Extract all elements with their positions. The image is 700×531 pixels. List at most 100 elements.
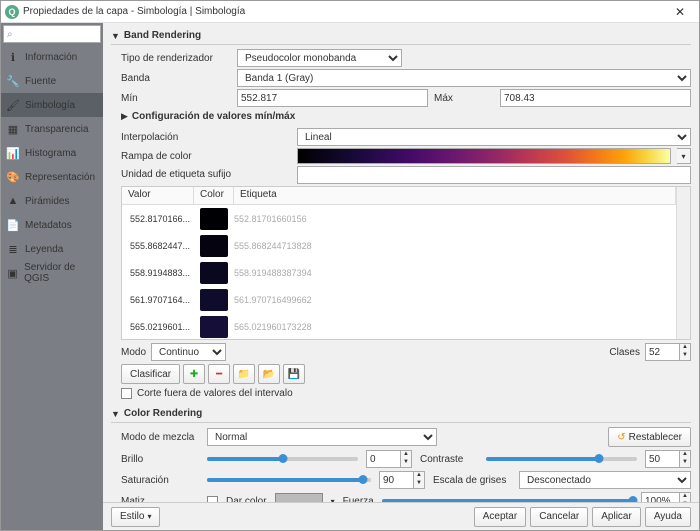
blend-mode-select[interactable]: Normal bbox=[207, 428, 437, 446]
brightness-slider[interactable] bbox=[207, 457, 358, 461]
label-unit-input[interactable] bbox=[297, 166, 691, 184]
interpolation-label: Interpolación bbox=[111, 132, 291, 143]
sidebar-icon: 📄 bbox=[6, 218, 20, 232]
color-map-table: Valor Color Etiqueta 552.8170166...552.8… bbox=[121, 186, 691, 340]
sidebar-item-histograma[interactable]: 📊 Histograma bbox=[1, 141, 103, 165]
sidebar-item-transparencia[interactable]: ▦ Transparencia bbox=[1, 117, 103, 141]
sidebar-item-servidor-de-qgis[interactable]: ▣Servidor de QGIS bbox=[1, 261, 103, 285]
table-row[interactable]: 555.8682447...555.868244713828 bbox=[122, 232, 676, 259]
color-ramp-dropdown[interactable]: ▾ bbox=[677, 148, 691, 164]
color-swatch[interactable] bbox=[200, 235, 228, 257]
remove-entry-button[interactable]: ━ bbox=[208, 364, 230, 384]
max-label: Máx bbox=[434, 93, 494, 104]
color-swatch[interactable] bbox=[200, 262, 228, 284]
collapse-icon: ▼ bbox=[111, 409, 120, 419]
sidebar-search-input[interactable]: ⌕ bbox=[3, 25, 101, 43]
mode-label: Modo bbox=[121, 347, 146, 358]
collapse-icon: ▼ bbox=[111, 31, 120, 41]
reset-button[interactable]: ↺Restablecer bbox=[608, 427, 691, 447]
band-label: Banda bbox=[111, 73, 231, 84]
classes-spinner[interactable]: ▲▼ bbox=[645, 343, 691, 361]
color-swatch[interactable] bbox=[200, 289, 228, 311]
col-etiqueta[interactable]: Etiqueta bbox=[234, 187, 676, 204]
brightness-label: Brillo bbox=[121, 454, 199, 465]
sidebar-item-pirámides[interactable]: ▲Pirámides bbox=[1, 189, 103, 213]
cancel-button[interactable]: Cancelar bbox=[530, 507, 588, 527]
sidebar-item-label: Información bbox=[25, 52, 77, 63]
sidebar: ⌕ ℹ Información 🔧Fuente 🖌 Simbología ▦ Transpa… bbox=[1, 23, 103, 530]
color-rendering-header[interactable]: ▼ Color Rendering bbox=[111, 405, 691, 423]
sidebar-item-label: Transparencia bbox=[25, 124, 89, 135]
strength-slider[interactable] bbox=[382, 499, 633, 502]
table-row[interactable]: 552.8170166...552.81701660156 bbox=[122, 205, 676, 232]
max-input[interactable] bbox=[500, 89, 691, 107]
color-ramp-preview[interactable] bbox=[297, 148, 671, 164]
apply-button[interactable]: Aplicar bbox=[592, 507, 641, 527]
blend-mode-label: Modo de mezcla bbox=[121, 432, 199, 443]
sidebar-icon: 🖌 bbox=[6, 98, 20, 112]
col-color[interactable]: Color bbox=[194, 187, 234, 204]
renderer-type-label: Tipo de renderizador bbox=[111, 53, 231, 64]
load-colormap-button[interactable]: 📁 bbox=[233, 364, 255, 384]
expand-icon: ▶ bbox=[121, 111, 128, 122]
table-row[interactable]: 561.9707164...561.970716499662 bbox=[122, 286, 676, 313]
sidebar-item-simbología[interactable]: 🖌 Simbología bbox=[1, 93, 103, 117]
style-button[interactable]: Estilo ▾ bbox=[111, 507, 160, 527]
mode-select[interactable]: Continuo bbox=[151, 343, 226, 361]
min-input[interactable] bbox=[237, 89, 428, 107]
grayscale-label: Escala de grises bbox=[433, 475, 511, 486]
sidebar-item-label: Representación bbox=[25, 172, 95, 183]
col-valor[interactable]: Valor bbox=[122, 187, 194, 204]
renderer-type-select[interactable]: Pseudocolor monobanda bbox=[237, 49, 402, 67]
table-row[interactable]: 565.0219601...565.021960173228 bbox=[122, 313, 676, 339]
sidebar-item-metadatos[interactable]: 📄 Metadatos bbox=[1, 213, 103, 237]
color-ramp-label: Rampa de color bbox=[111, 151, 291, 162]
sidebar-item-fuente[interactable]: 🔧Fuente bbox=[1, 69, 103, 93]
export-colormap-button[interactable]: 📂 bbox=[258, 364, 280, 384]
contrast-spinner[interactable]: ▲▼ bbox=[645, 450, 691, 468]
classify-button[interactable]: Clasificar bbox=[121, 364, 180, 384]
color-swatch[interactable] bbox=[200, 208, 228, 230]
grayscale-select[interactable]: Desconectado bbox=[519, 471, 691, 489]
contrast-slider[interactable] bbox=[486, 457, 637, 461]
saturation-slider[interactable] bbox=[207, 478, 371, 482]
table-row[interactable]: 558.9194883...558.919488387394 bbox=[122, 259, 676, 286]
sidebar-item-label: Simbología bbox=[25, 100, 75, 111]
ok-button[interactable]: Aceptar bbox=[474, 507, 526, 527]
saturation-spinner[interactable]: ▲▼ bbox=[379, 471, 425, 489]
sidebar-icon: ℹ bbox=[6, 50, 20, 64]
sidebar-item-leyenda[interactable]: ≣ Leyenda bbox=[1, 237, 103, 261]
app-icon: Q bbox=[5, 5, 19, 19]
sidebar-icon: ≣ bbox=[6, 242, 20, 256]
classes-label: Clases bbox=[609, 347, 640, 358]
sidebar-item-label: Histograma bbox=[25, 148, 76, 159]
color-swatch[interactable] bbox=[200, 316, 228, 338]
band-select[interactable]: Banda 1 (Gray) bbox=[237, 69, 691, 87]
table-scrollbar[interactable] bbox=[676, 187, 690, 339]
sidebar-item-label: Leyenda bbox=[25, 244, 63, 255]
minmax-config-header[interactable]: ▶ Configuración de valores mín/máx bbox=[111, 109, 691, 126]
strength-spinner[interactable]: ▲▼ bbox=[641, 492, 691, 502]
sidebar-icon: ▣ bbox=[6, 266, 19, 280]
saturation-label: Saturación bbox=[121, 475, 199, 486]
help-button[interactable]: Ayuda bbox=[645, 507, 691, 527]
contrast-label: Contraste bbox=[420, 454, 478, 465]
close-icon[interactable]: ✕ bbox=[665, 5, 695, 19]
window-title: Propiedades de la capa - Simbología | Si… bbox=[23, 6, 665, 17]
clip-label: Corte fuera de valores del intervalo bbox=[137, 388, 293, 399]
interpolation-select[interactable]: Lineal bbox=[297, 128, 691, 146]
sidebar-item-representación[interactable]: 🎨Representación bbox=[1, 165, 103, 189]
clip-checkbox[interactable] bbox=[121, 388, 132, 399]
sidebar-item-label: Metadatos bbox=[25, 220, 72, 231]
sidebar-item-información[interactable]: ℹ Información bbox=[1, 45, 103, 69]
brightness-spinner[interactable]: ▲▼ bbox=[366, 450, 412, 468]
colorize-color-button[interactable] bbox=[275, 493, 323, 502]
add-entry-button[interactable]: ✚ bbox=[183, 364, 205, 384]
sidebar-icon: ▦ bbox=[6, 122, 20, 136]
save-colormap-button[interactable]: 💾 bbox=[283, 364, 305, 384]
band-rendering-header[interactable]: ▼ Band Rendering bbox=[111, 27, 691, 45]
sidebar-icon: 📊 bbox=[6, 146, 20, 160]
label-unit-label: Unidad de etiqueta sufijo bbox=[111, 170, 291, 180]
sidebar-icon: 🔧 bbox=[6, 74, 20, 88]
sidebar-item-label: Pirámides bbox=[25, 196, 69, 207]
